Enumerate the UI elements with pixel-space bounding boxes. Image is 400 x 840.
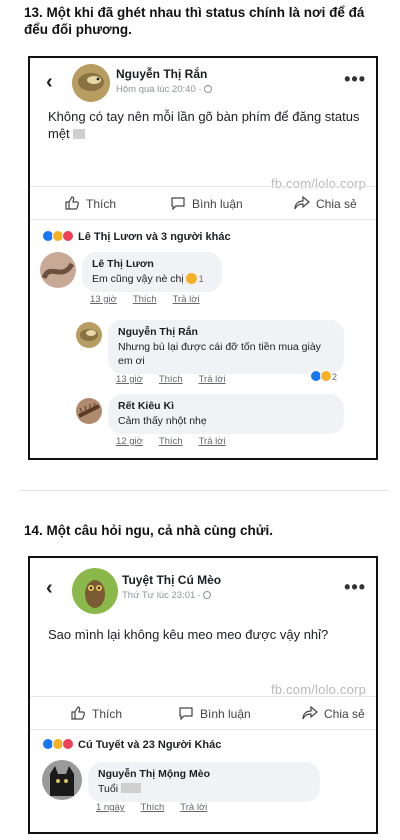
comment-meta: 1 ngày Thích Trả lời [96,802,223,813]
commenter-avatar[interactable] [42,760,82,800]
snake-avatar-icon [72,64,110,102]
post-text: Sao mình lại không kêu meo meo được vậy … [48,627,329,642]
comment-meta: 13 giờ Thích Trả lời [116,374,242,385]
comment-reply-link[interactable]: Trả lời [199,374,226,385]
comment-author[interactable]: Nguyễn Thị Mộng Mèo [98,768,310,780]
reactions-summary[interactable]: Lê Thị Lươn và 3 người khác [42,230,231,248]
owl-avatar-icon [72,568,118,614]
comment-like-link[interactable]: Thích [141,802,165,813]
more-options-icon[interactable]: ••• [344,578,366,596]
comment-author[interactable]: Rết Kiêu Kì [118,400,334,412]
centipede-avatar-icon [76,398,102,424]
cat-avatar-icon [42,760,82,800]
comment-reply-link[interactable]: Trả lời [173,294,200,305]
post-14-heading: 14. Một câu hỏi ngu, cả nhà cùng chửi. [24,523,274,538]
post-actions: Thích Bình luận Chia sẻ [30,696,376,730]
comment-reply-link[interactable]: Trả lời [180,802,207,813]
love-reaction-icon [62,230,74,242]
comment-icon [171,197,185,211]
comment-text: Tuổi [98,782,310,796]
reply-avatar[interactable] [76,322,102,348]
post-time: Hôm qua lúc 20:40 · [116,84,212,95]
back-arrow-icon[interactable]: ‹ [46,72,53,92]
comment-time: 1 ngày [96,802,125,813]
love-reaction-icon [62,738,74,750]
poster-name[interactable]: Nguyễn Thị Rắn [116,67,207,81]
watermark: fb.com/lolo.corp [271,682,366,697]
poster-avatar[interactable] [72,64,110,102]
comment-button[interactable]: Bình luận [170,195,243,211]
comment-author[interactable]: Nguyễn Thị Rắn [118,326,334,338]
post-time: Thứ Tư lúc 23:01 · [122,590,212,601]
comment-like-link[interactable]: Thích [159,374,183,385]
sad-emoji-icon [185,273,197,284]
reply-reactions[interactable]: 2 [310,370,337,382]
section-divider [20,490,388,491]
globe-icon [203,591,212,599]
post-13-heading: 13. Một khi đã ghét nhau thì status chín… [24,5,365,37]
comment-meta: 13 giờ Thích Trả lời [90,294,216,305]
reactions-summary[interactable]: Cú Tuyết và 23 Người Khác [42,738,221,756]
commenter-avatar[interactable] [76,398,102,424]
like-button[interactable]: Thích [64,195,116,211]
comment-meta: 12 giờ Thích Trả lời [116,436,242,447]
poster-avatar[interactable] [72,568,118,614]
thumbs-up-icon [71,706,85,720]
comment-time: 13 giờ [90,294,117,305]
back-arrow-icon[interactable]: ‹ [46,578,53,598]
comment-author[interactable]: Lê Thị Lươn [92,258,212,270]
share-button[interactable]: Chia sẻ [302,705,365,721]
commenter-avatar[interactable] [40,252,76,288]
post-actions: Thích Bình luận Chia sẻ [30,186,376,220]
post-card-14: ‹ Tuyệt Thị Cú Mèo Thứ Tư lúc 23:01 · ••… [28,556,378,834]
blurred-text [120,783,141,793]
poster-name[interactable]: Tuyệt Thị Cú Mèo [122,573,221,587]
like-button[interactable]: Thích [70,705,122,721]
comment-like-link[interactable]: Thích [133,294,157,305]
haha-reaction-icon [320,370,332,382]
more-options-icon[interactable]: ••• [344,70,366,88]
share-button[interactable]: Chia sẻ [294,195,357,211]
comment-icon [179,707,193,721]
comment-like-link[interactable]: Thích [159,436,183,447]
post-header: ‹ Tuyệt Thị Cú Mèo Thứ Tư lúc 23:01 · ••… [30,558,376,614]
share-icon [294,195,310,210]
thumbs-up-icon [65,196,79,210]
eel-avatar-icon [40,252,76,288]
comment-bubble: Rết Kiêu Kì Cảm thấy nhột nhẹ [108,394,344,434]
comment-time: 12 giờ [116,436,143,447]
comment-bubble: Nguyễn Thị Mộng Mèo Tuổi [88,762,320,802]
comment-text: Cảm thấy nhột nhẹ [118,415,207,427]
globe-icon [203,85,212,93]
post-card-13: ‹ Nguyễn Thị Rắn Hôm qua lúc 20:40 · •••… [28,56,378,460]
comment-time: 13 giờ [116,374,143,385]
comment-text: Em cũng vậy nè chị 1 [92,273,204,285]
snake-avatar-icon [76,322,102,348]
post-header: ‹ Nguyễn Thị Rắn Hôm qua lúc 20:40 · ••• [30,58,376,102]
comment-button[interactable]: Bình luận [178,705,251,721]
comment-reply-link[interactable]: Trả lời [199,436,226,447]
share-icon [302,705,318,720]
post-text: Không có tay nên mỗi lần gõ bàn phím để … [48,109,360,141]
blurred-emoji [73,129,86,139]
comment-bubble: Lê Thị Lươn Em cũng vậy nè chị 1 [82,252,222,292]
comment-text: Nhưng bù lại được cái đỡ tốn tiền mua gi… [118,341,321,367]
reply-bubble: Nguyễn Thị Rắn Nhưng bù lại được cái đỡ … [108,320,344,374]
